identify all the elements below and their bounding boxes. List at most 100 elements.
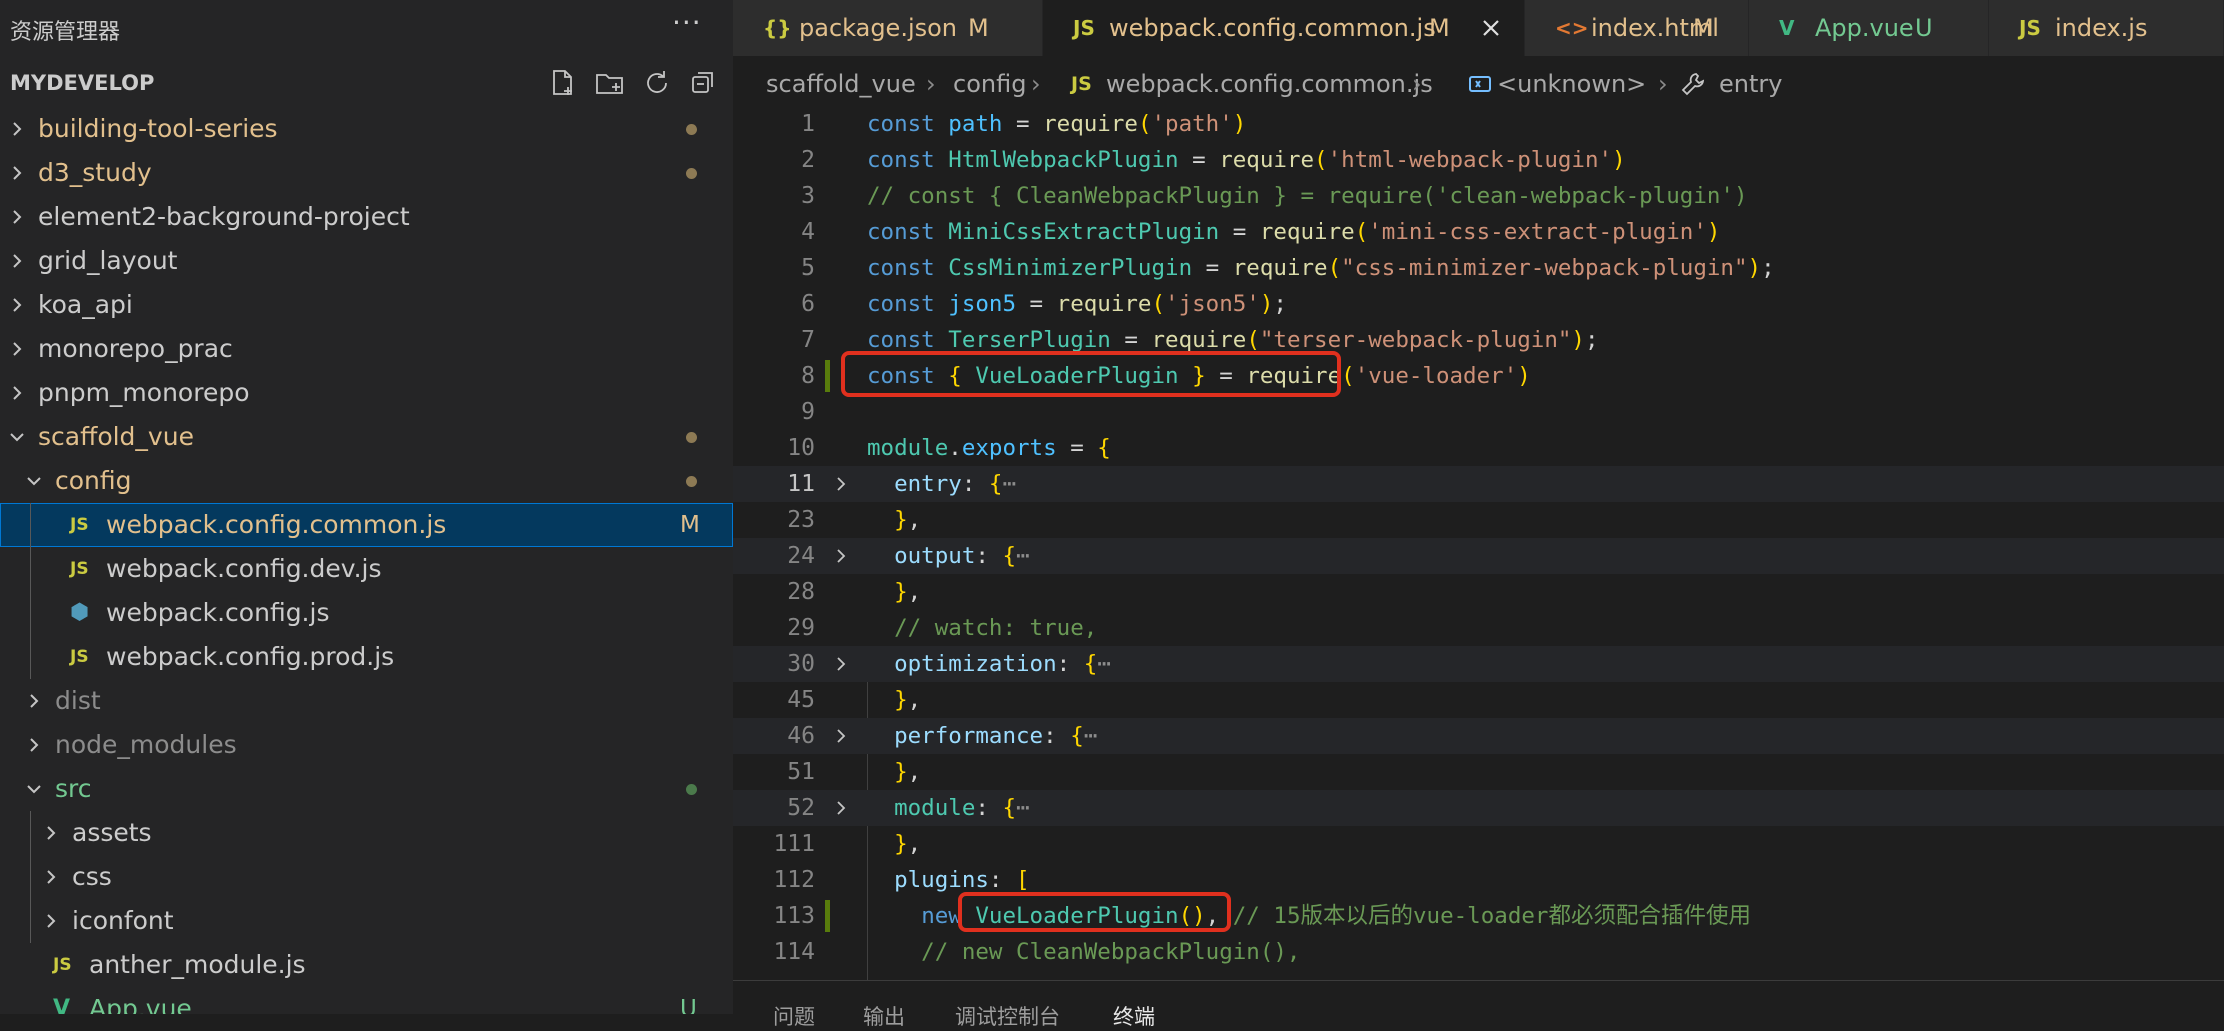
chevron-right-icon[interactable] [8,208,26,226]
chevron-down-icon[interactable] [8,428,26,446]
chevron-right-icon[interactable] [8,164,26,182]
breadcrumb-folder[interactable]: config [953,56,1026,112]
tree-item-label: node_modules [55,730,237,759]
folder-item[interactable]: dist [0,679,733,723]
code-line[interactable]: 11 entry: {⋯ [733,466,2224,502]
tab-app-vue[interactable]: V App.vue U [1749,0,1989,56]
code-text: // const { CleanWebpackPlugin } = requir… [867,183,1748,209]
chevron-down-icon[interactable] [25,780,43,798]
file-item[interactable]: JS webpack.config.dev.js [0,547,733,591]
chevron-right-icon[interactable] [8,252,26,270]
code-line[interactable]: 45 }, [733,682,2224,718]
folder-item[interactable]: css [0,855,733,899]
code-line[interactable]: 2 const HtmlWebpackPlugin = require('html… [733,142,2224,178]
tab-package-json[interactable]: {} package.json M [733,0,1043,56]
refresh-icon[interactable] [642,68,672,98]
code-line[interactable]: 52 module: {⋯ [733,790,2224,826]
more-actions-icon[interactable]: ··· [672,6,702,39]
folder-item[interactable]: iconfont [0,899,733,943]
folder-item[interactable]: src [0,767,733,811]
breadcrumb: scaffold_vue › config › JS webpack.confi… [733,56,2224,112]
breadcrumb-root[interactable]: scaffold_vue [766,56,916,112]
fold-chevron-icon[interactable] [833,548,849,564]
chevron-right-icon[interactable] [8,296,26,314]
panel-tab-output[interactable]: 输出 [863,1001,905,1031]
fold-chevron-icon[interactable] [833,800,849,816]
line-number: 45 [787,687,815,713]
folder-item[interactable]: scaffold_vue [0,415,733,459]
collapse-all-icon[interactable] [689,68,719,98]
indent-guide [30,635,31,679]
fold-chevron-icon[interactable] [833,728,849,744]
code-editor[interactable]: 1 const path = require('path') 2 const Html… [733,106,2224,980]
breadcrumb-symbol[interactable]: <unknown> [1497,56,1646,112]
chevron-right-icon[interactable] [42,824,60,842]
code-line[interactable]: 9 [733,394,2224,430]
code-line[interactable]: 111 }, [733,826,2224,862]
file-item[interactable]: JS anther_module.js [0,943,733,987]
code-line[interactable]: 112 plugins: [ [733,862,2224,898]
code-line[interactable]: 1 const path = require('path') [733,106,2224,142]
line-number: 3 [801,183,815,209]
code-line[interactable]: 5 const CssMinimizerPlugin = require("css… [733,250,2224,286]
tab-index-html[interactable]: <> index.html M [1525,0,1749,56]
chevron-right-icon[interactable] [25,736,43,754]
line-number: 11 [787,471,815,497]
code-line[interactable]: 24 output: {⋯ [733,538,2224,574]
tab-webpack-config-common-js[interactable]: JS webpack.config.common.js M [1043,0,1525,56]
tab-file-icon: JS [1073,16,1095,40]
line-number: 6 [801,291,815,317]
folder-item[interactable]: pnpm_monorepo [0,371,733,415]
line-number: 7 [801,327,815,353]
chevron-right-icon[interactable] [42,912,60,930]
chevron-right-icon[interactable] [8,384,26,402]
folder-item[interactable]: config [0,459,733,503]
vue-file-icon: V [53,996,71,1014]
code-line[interactable]: 51 }, [733,754,2224,790]
chevron-right-icon[interactable] [8,340,26,358]
chevron-right-icon[interactable] [8,120,26,138]
code-line[interactable]: 30 optimization: {⋯ [733,646,2224,682]
folder-item[interactable]: grid_layout [0,239,733,283]
code-line[interactable]: 46 performance: {⋯ [733,718,2224,754]
folder-item[interactable]: node_modules [0,723,733,767]
file-item[interactable]: V App.vue U [0,987,733,1014]
chevron-right-icon[interactable] [25,692,43,710]
code-line[interactable]: 6 const json5 = require('json5'); [733,286,2224,322]
chevron-down-icon[interactable] [25,472,43,490]
code-line[interactable]: 3 // const { CleanWebpackPlugin } = requi… [733,178,2224,214]
indent-guide [30,899,31,943]
folder-item[interactable]: d3_study [0,151,733,195]
fold-chevron-icon[interactable] [833,476,849,492]
new-folder-icon[interactable] [595,68,625,98]
code-line[interactable]: 28 }, [733,574,2224,610]
git-status-dot [686,124,697,135]
folder-item[interactable]: building-tool-series [0,107,733,151]
chevron-right-icon[interactable] [42,868,60,886]
folder-item[interactable]: element2-background-project [0,195,733,239]
panel-tab-debug-console[interactable]: 调试控制台 [955,1001,1060,1031]
close-icon[interactable] [1480,17,1502,39]
fold-chevron-icon[interactable] [833,656,849,672]
code-text: // new CleanWebpackPlugin(), [867,939,1301,965]
git-status-badge: U [680,996,697,1014]
breadcrumb-file[interactable]: webpack.config.common.js [1106,56,1433,112]
code-line[interactable]: 4 const MiniCssExtractPlugin = require('m… [733,214,2224,250]
file-item[interactable]: JS webpack.config.common.js M [0,503,733,547]
panel-tab-problems[interactable]: 问题 [773,1001,815,1031]
tab-index-js[interactable]: JS index.js [1989,0,2224,56]
workspace-header[interactable]: MYDEVELOP [0,66,733,102]
new-file-icon[interactable] [548,68,578,98]
code-line[interactable]: 113 new VueLoaderPlugin(), // 15版本以后的vue… [733,898,2224,934]
code-line[interactable]: 114 // new CleanWebpackPlugin(), [733,934,2224,970]
file-item[interactable]: ⬢ webpack.config.js [0,591,733,635]
folder-item[interactable]: assets [0,811,733,855]
code-line[interactable]: 10 module.exports = { [733,430,2224,466]
breadcrumb-property[interactable]: entry [1719,56,1782,112]
file-item[interactable]: JS webpack.config.prod.js [0,635,733,679]
code-line[interactable]: 29 // watch: true, [733,610,2224,646]
panel-tab-terminal[interactable]: 终端 [1113,1001,1155,1031]
folder-item[interactable]: koa_api [0,283,733,327]
folder-item[interactable]: monorepo_prac [0,327,733,371]
code-line[interactable]: 23 }, [733,502,2224,538]
